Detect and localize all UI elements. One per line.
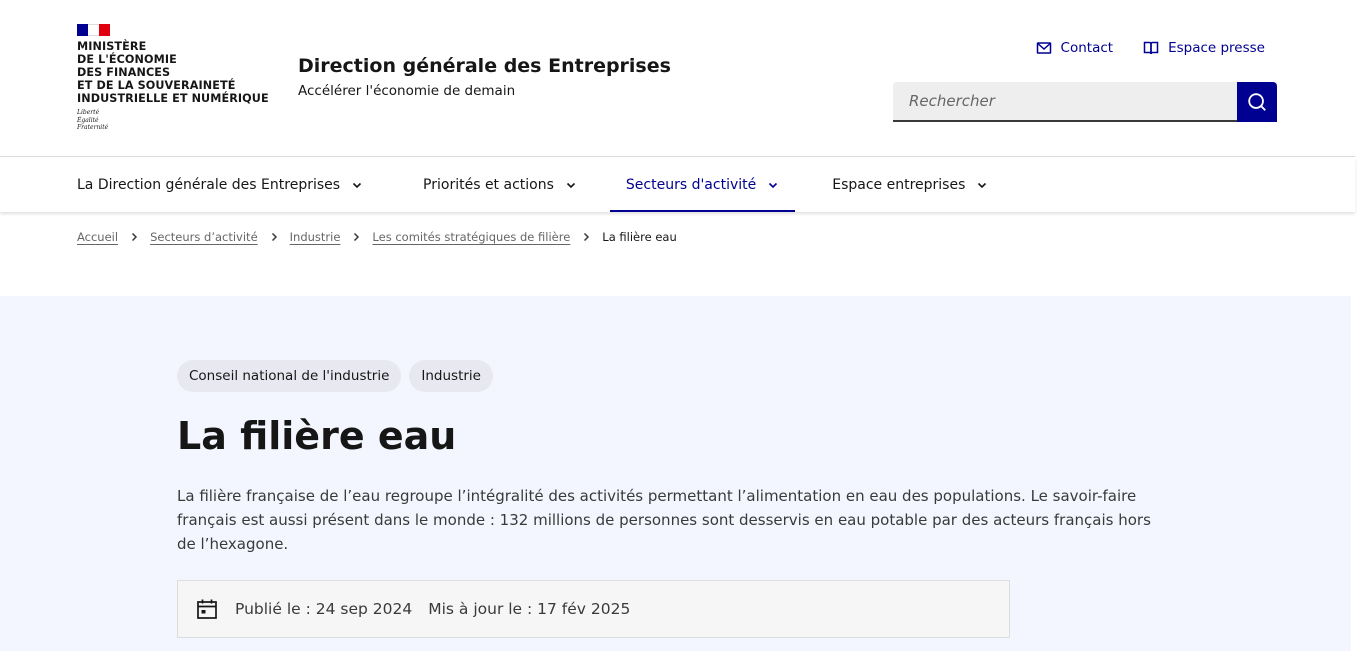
- tag-list: Conseil national de l'industrie Industri…: [177, 360, 493, 392]
- chevron-down-icon: [978, 182, 987, 188]
- chevron-down-icon: [352, 182, 362, 188]
- calendar-icon: [197, 599, 217, 619]
- nav-item-espace-entreprises[interactable]: Espace entreprises: [816, 157, 1004, 212]
- publication-dates: Publié le : 24 sep 2024 Mis à jour le : …: [177, 580, 1010, 638]
- updated-date: Mis à jour le : 17 fév 2025: [428, 600, 631, 618]
- breadcrumb-link-comites[interactable]: Les comités stratégiques de filière: [372, 230, 570, 244]
- book-icon: [1143, 41, 1159, 55]
- page-lead: La filière française de l’eau regroupe l…: [177, 487, 1151, 553]
- published-date: Publié le : 24 sep 2024: [235, 600, 413, 618]
- tag-conseil-national[interactable]: Conseil national de l'industrie: [177, 360, 402, 392]
- chevron-right-icon: [132, 232, 138, 242]
- mail-icon: [1036, 42, 1051, 54]
- search-button[interactable]: [1237, 82, 1277, 122]
- nav-item-secteurs[interactable]: Secteurs d'activité: [609, 157, 796, 212]
- search-icon: [1248, 93, 1266, 111]
- search-input[interactable]: [893, 82, 1237, 122]
- search-bar: [893, 82, 1277, 122]
- breadcrumb-link-industrie[interactable]: Industrie: [290, 230, 341, 244]
- chevron-right-icon: [584, 232, 590, 242]
- main-navigation: La Direction générale des Entreprises Pr…: [0, 157, 1355, 212]
- service-tagline: Accélérer l'économie de demain: [298, 83, 516, 99]
- nav-item-label: La Direction générale des Entreprises: [77, 176, 341, 193]
- chevron-down-icon: [769, 182, 778, 188]
- breadcrumb-link-secteurs[interactable]: Secteurs d’activité: [150, 230, 258, 244]
- press-label: Espace presse: [1168, 40, 1265, 56]
- chevron-down-icon: [566, 182, 575, 188]
- nav-item-label: Secteurs d'activité: [625, 176, 757, 193]
- site-header: Ministère de l'économie des finances et …: [0, 0, 1355, 157]
- breadcrumb-current: La filière eau: [602, 230, 677, 244]
- contact-label: Contact: [1060, 40, 1114, 56]
- chevron-right-icon: [271, 232, 277, 242]
- french-flag-icon: [77, 24, 110, 36]
- page-hero: Conseil national de l'industrie Industri…: [0, 296, 1351, 651]
- chevron-right-icon: [354, 232, 360, 242]
- republic-motto: Liberté Égalité Fraternité: [77, 109, 109, 131]
- ministry-logo[interactable]: Ministère de l'économie des finances et …: [77, 24, 269, 132]
- contact-link[interactable]: Contact: [1036, 40, 1114, 56]
- nav-item-label: Priorités et actions: [423, 176, 554, 193]
- nav-item-priorites[interactable]: Priorités et actions: [407, 157, 593, 212]
- breadcrumb: Accueil Secteurs d’activité Industrie Le…: [77, 230, 677, 244]
- service-title[interactable]: Direction générale des Entreprises: [298, 53, 671, 79]
- tag-industrie[interactable]: Industrie: [409, 360, 493, 392]
- page-title: La filière eau: [177, 414, 457, 458]
- header-tools: Contact Espace presse: [1036, 40, 1265, 56]
- breadcrumb-link-accueil[interactable]: Accueil: [77, 230, 118, 244]
- nav-item-label: Espace entreprises: [832, 176, 966, 193]
- nav-item-dge[interactable]: La Direction générale des Entreprises: [61, 157, 379, 212]
- ministry-name: Ministère de l'économie des finances et …: [77, 40, 269, 105]
- service-block: Direction générale des Entreprises Accél…: [298, 53, 671, 101]
- press-link[interactable]: Espace presse: [1143, 40, 1265, 56]
